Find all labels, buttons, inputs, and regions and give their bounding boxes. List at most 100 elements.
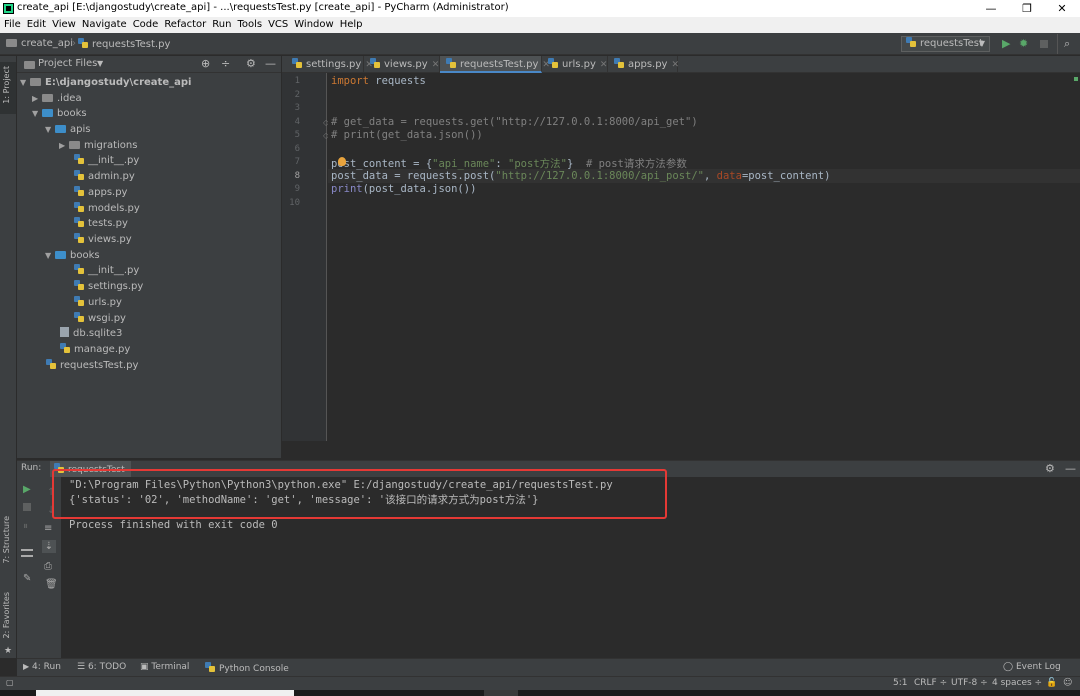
menu-window[interactable]: Window	[294, 17, 333, 33]
expand-arrow-icon[interactable]: ▶	[32, 91, 42, 106]
lightbulb-icon[interactable]	[338, 157, 346, 166]
minimize-button[interactable]: —	[973, 0, 1009, 17]
tab-urls-py[interactable]: urls.py ✕	[542, 56, 608, 73]
tool-window-terminal[interactable]: ▣ Terminal	[140, 662, 189, 672]
menu-refactor[interactable]: Refactor	[164, 17, 206, 33]
tree-item[interactable]: tests.py	[74, 216, 128, 231]
tree-item[interactable]: settings.py	[74, 279, 143, 294]
python-file-icon	[74, 202, 84, 212]
close-window-button[interactable]: ✕	[1044, 0, 1080, 17]
print-icon[interactable]: ⎙	[44, 561, 52, 572]
close-icon[interactable]: ✕	[432, 60, 440, 70]
menu-file[interactable]: File	[4, 17, 21, 33]
caret-position[interactable]: 5:1	[893, 678, 907, 688]
restore-button[interactable]: ❐	[1009, 0, 1045, 17]
run-icon[interactable]: ▶	[1002, 38, 1010, 50]
tab-requeststest-py[interactable]: requestsTest.py ✕	[440, 56, 550, 73]
left-tool-stripe: 1: Project 7: Structure 2: Favorites ★	[0, 56, 17, 658]
tab-settings-py[interactable]: settings.py ✕	[286, 56, 373, 73]
string: "post方法"	[508, 158, 567, 170]
scroll-to-end-icon[interactable]: ⇣	[42, 540, 56, 553]
tab-views-py[interactable]: views.py ✕	[364, 56, 440, 73]
tree-item[interactable]: manage.py	[60, 342, 130, 357]
tree-item[interactable]: __init__.py	[74, 153, 139, 168]
stop-icon[interactable]	[23, 503, 31, 511]
menu-navigate[interactable]: Navigate	[82, 17, 127, 33]
tree-item[interactable]: admin.py	[74, 169, 135, 184]
close-icon[interactable]: ✕	[600, 60, 608, 70]
tree-item[interactable]: ▼ books	[45, 248, 100, 263]
lock-icon[interactable]: 🔓	[1046, 678, 1057, 688]
tool-tab-project[interactable]: 1: Project	[2, 66, 11, 104]
taskbar-search-box[interactable]	[36, 690, 294, 696]
expand-arrow-icon[interactable]: ▼	[20, 75, 30, 90]
menu-view[interactable]: View	[52, 17, 76, 33]
breadcrumb-file[interactable]: requestsTest.py	[78, 38, 170, 50]
file-encoding[interactable]: UTF-8 ÷	[951, 678, 988, 688]
tab-apps-py[interactable]: apps.py ✕	[608, 56, 679, 73]
menu-run[interactable]: Run	[212, 17, 231, 33]
expand-arrow-icon[interactable]: ▼	[45, 248, 55, 263]
tree-item[interactable]: ▶ migrations	[59, 138, 137, 153]
breadcrumb-project[interactable]: create_api	[6, 38, 73, 49]
tree-item-label: admin.py	[88, 171, 135, 182]
tool-tab-structure[interactable]: 7: Structure	[2, 516, 11, 564]
tree-item[interactable]: ▶ .idea	[32, 91, 82, 106]
expand-arrow-icon[interactable]: ▶	[59, 138, 69, 153]
tree-item[interactable]: __init__.py	[74, 263, 139, 278]
pause-icon[interactable]: ⏸	[23, 521, 28, 532]
tool-window-event-log[interactable]: ◯ Event Log	[1003, 662, 1061, 672]
gear-icon[interactable]: ⚙	[246, 57, 256, 70]
hide-icon[interactable]: —	[265, 57, 276, 70]
stop-icon[interactable]	[1040, 40, 1048, 48]
tree-item[interactable]: wsgi.py	[74, 311, 126, 326]
run-config-select[interactable]: requestsTest ▼	[901, 36, 990, 52]
code-editor[interactable]: import requests # get_data = requests.ge…	[328, 73, 1080, 441]
locate-icon[interactable]: ⊕	[201, 57, 210, 70]
toggle-tool-windows-icon[interactable]: ▢	[6, 678, 14, 687]
tree-item[interactable]: urls.py	[74, 295, 122, 310]
close-icon[interactable]: ✕	[671, 60, 679, 70]
menu-help[interactable]: Help	[340, 17, 363, 33]
tree-item[interactable]: ▼ apis	[45, 122, 90, 137]
hide-icon[interactable]: —	[1065, 462, 1076, 475]
expand-arrow-icon[interactable]: ▼	[32, 106, 42, 121]
tool-tab-favorites[interactable]: 2: Favorites	[2, 592, 11, 638]
tool-window-python-console[interactable]: Python Console	[205, 662, 289, 674]
menu-code[interactable]: Code	[133, 17, 159, 33]
folder-icon	[42, 94, 53, 102]
menu-tools[interactable]: Tools	[237, 17, 262, 33]
inspector-icon[interactable]: ☺	[1063, 678, 1072, 688]
menu-vcs[interactable]: VCS	[268, 17, 288, 33]
tree-item[interactable]: views.py	[74, 232, 132, 247]
rerun-icon[interactable]: ▶	[23, 484, 31, 495]
indent-setting[interactable]: 4 spaces ÷	[992, 678, 1042, 688]
search-icon[interactable]: ⌕	[1064, 38, 1070, 50]
tool-window-todo[interactable]: ☰ 6: TODO	[77, 662, 126, 672]
tree-item[interactable]: models.py	[74, 201, 140, 216]
tree-item[interactable]: ▼ E:\djangostudy\create_api	[20, 75, 191, 90]
tree-item[interactable]: apps.py	[74, 185, 127, 200]
expand-arrow-icon[interactable]: ▼	[45, 122, 55, 137]
line-separator[interactable]: CRLF ÷	[914, 678, 947, 688]
tree-item[interactable]: ▼ books	[32, 106, 87, 121]
trash-icon[interactable]: 🗑	[45, 579, 58, 590]
debug-icon[interactable]: ✹	[1019, 38, 1028, 50]
tree-item[interactable]: requestsTest.py	[46, 358, 138, 373]
code-text: (post_data.json())	[362, 183, 477, 195]
pin-icon[interactable]: ✎	[23, 573, 31, 584]
soft-wrap-icon[interactable]: ≡	[44, 523, 52, 534]
menu-edit[interactable]: Edit	[27, 17, 46, 33]
collapse-all-icon[interactable]: ÷	[221, 57, 230, 70]
tree-item[interactable]: db.sqlite3	[60, 326, 122, 341]
code-line-4: # get_data = requests.get("http://127.0.…	[331, 116, 698, 128]
project-view-select[interactable]: Project Files	[38, 58, 97, 69]
layout-icon[interactable]	[21, 549, 33, 557]
python-file-icon	[906, 37, 916, 47]
gear-icon[interactable]: ⚙	[1045, 462, 1055, 475]
taskbar-app[interactable]	[484, 690, 518, 696]
chevron-down-icon[interactable]: ▼	[97, 59, 103, 68]
tree-item-label: __init__.py	[88, 265, 140, 276]
tool-window-run[interactable]: ▶ 4: Run	[23, 662, 61, 672]
status-bar: ▢ 5:1 CRLF ÷ UTF-8 ÷ 4 spaces ÷ 🔓 ☺	[0, 676, 1080, 690]
